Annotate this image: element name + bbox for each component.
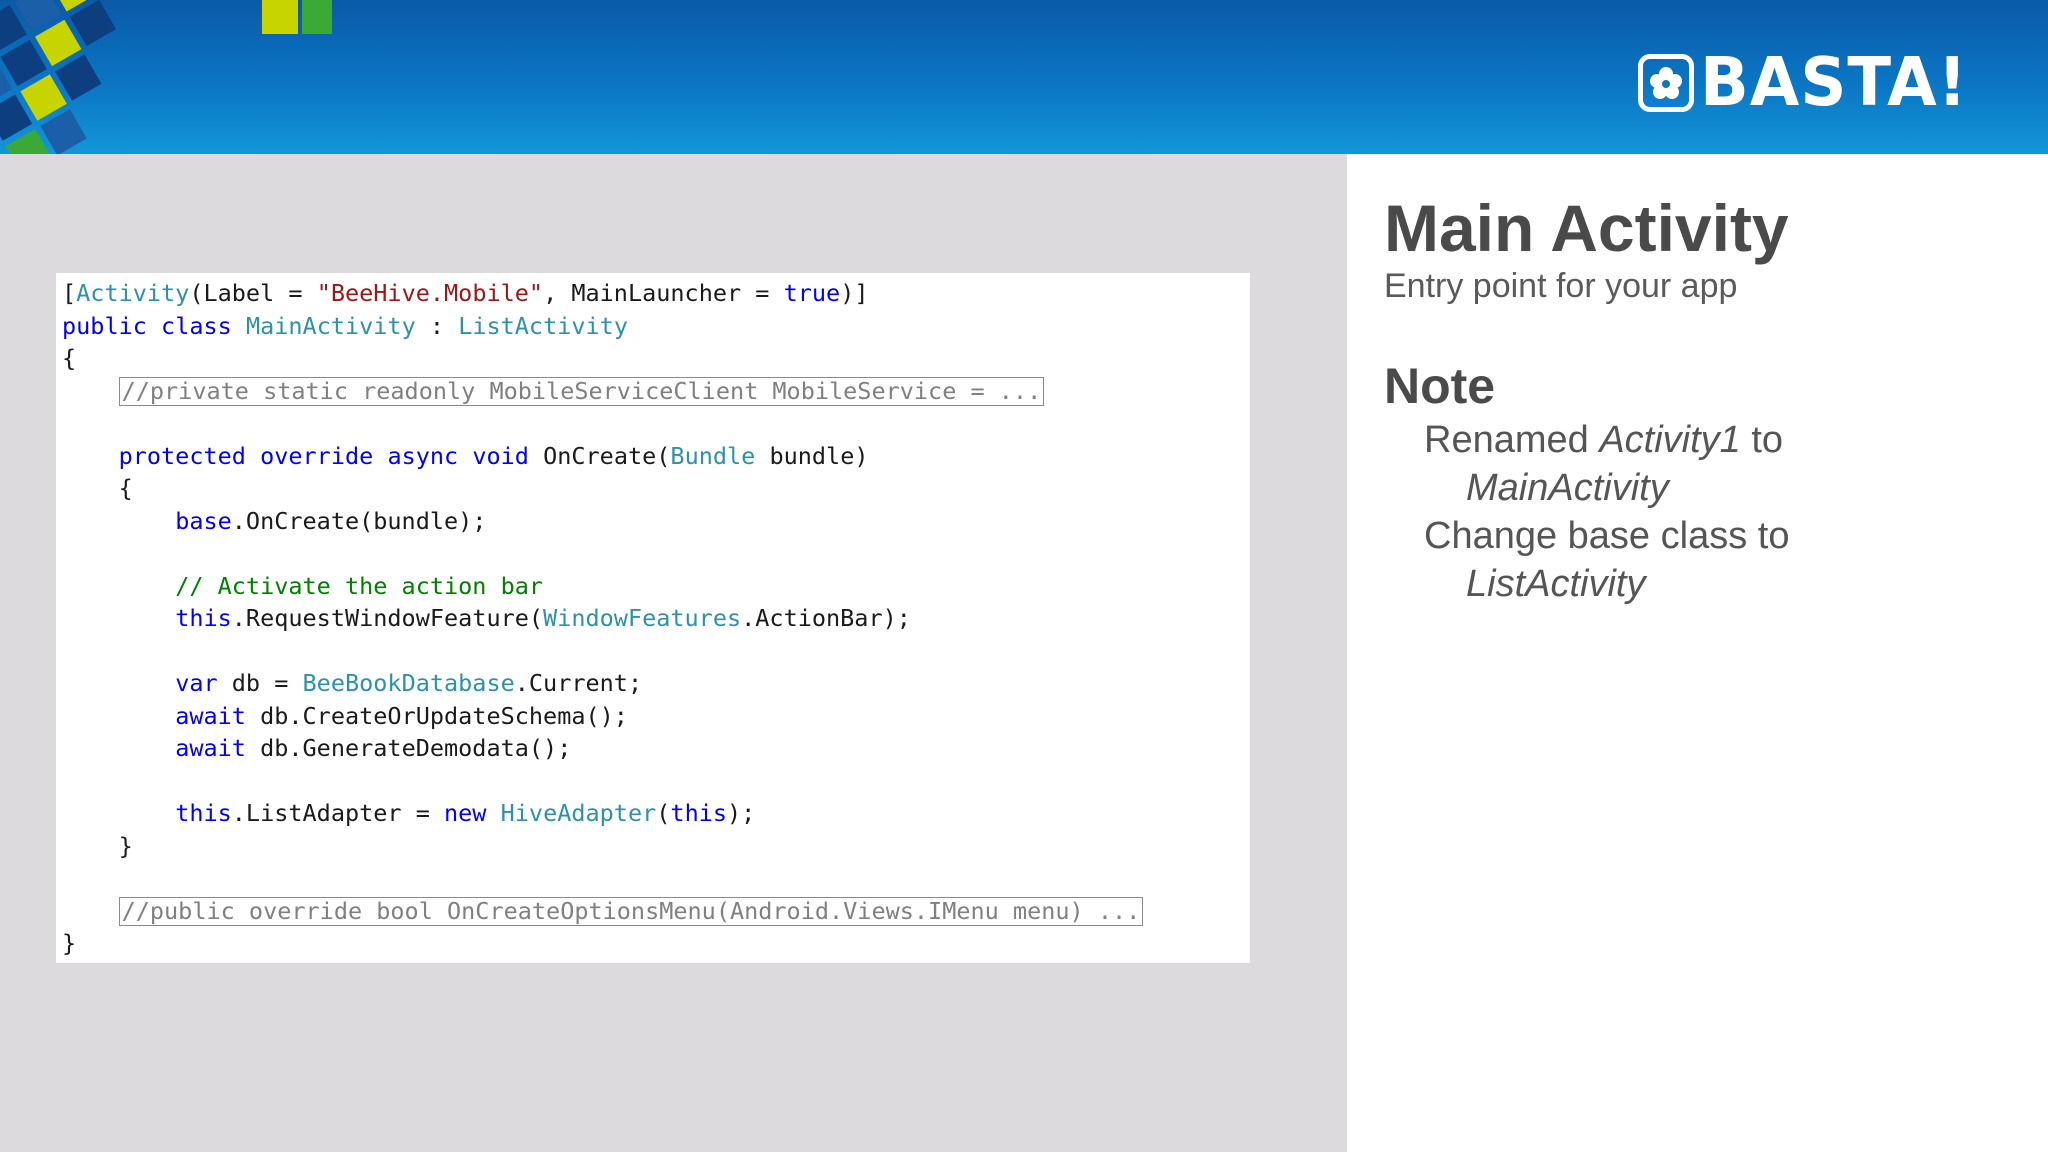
code-line: await db.CreateOrUpdateSchema(); [175, 701, 628, 730]
logo-text: BASTA! [1700, 44, 1968, 122]
note-class-name: ListActivity [1466, 563, 1646, 605]
basta-logo: BASTA! [1638, 44, 1968, 122]
note-item: Change base class to ListActivity [1384, 512, 2024, 608]
header-banner: BASTA! [0, 0, 2048, 154]
code-line: { [118, 474, 133, 502]
note-text: Change base class to [1424, 515, 1790, 557]
code-line: this.RequestWindowFeature(WindowFeatures… [175, 604, 911, 632]
code-line: { [62, 344, 77, 372]
code-line: } [118, 831, 133, 860]
note-class-name: MainActivity [1466, 467, 1669, 509]
code-line: await db.GenerateDemodata(); [175, 734, 572, 762]
slide-title: Main Activity [1384, 191, 1789, 265]
code-line: this.ListAdapter = new HiveAdapter(this)… [175, 799, 756, 827]
code-line: } [62, 929, 77, 957]
code-snippet: [Activity(Label = "BeeHive.Mobile", Main… [56, 273, 1250, 963]
code-line: base.OnCreate(bundle); [175, 506, 487, 535]
code-comment: // Activate the action bar [175, 571, 544, 600]
code-line: protected override async void OnCreate(B… [118, 441, 869, 470]
note-heading: Note [1384, 358, 1496, 414]
note-item: Renamed Activity1 to MainActivity [1384, 416, 2024, 512]
code-line: [Activity(Label = "BeeHive.Mobile", Main… [62, 279, 869, 307]
code-line: public class MainActivity : ListActivity [62, 311, 628, 340]
decorative-mosaic [0, 0, 332, 154]
slide-subtitle: Entry point for your app [1384, 267, 1738, 305]
note-text: Renamed Activity1 to [1424, 419, 1784, 461]
collapsed-region[interactable]: //private static readonly MobileServiceC… [118, 376, 1045, 406]
code-text: [Activity(Label = "BeeHive.Mobile", Main… [62, 277, 1144, 960]
slide-text: Main Activity Entry point for your app N… [1384, 190, 2024, 608]
code-line: var db = BeeBookDatabase.Current; [175, 669, 643, 697]
flower-icon [1638, 54, 1694, 112]
collapsed-region[interactable]: //public override bool OnCreateOptionsMe… [118, 896, 1144, 926]
